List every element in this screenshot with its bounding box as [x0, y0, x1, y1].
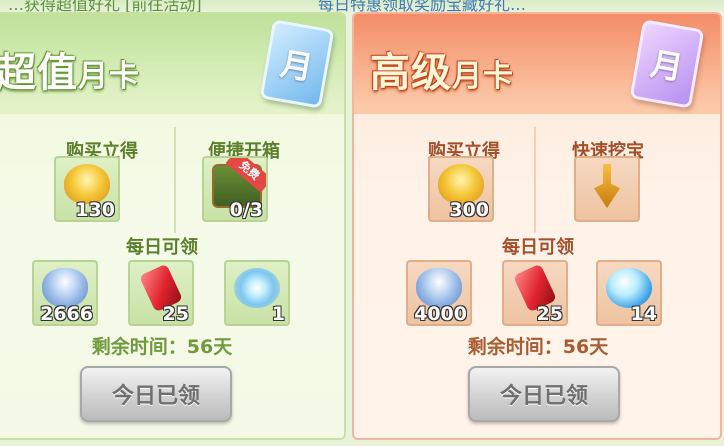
gold-ingot-icon — [438, 164, 484, 204]
silver-ingot-icon — [416, 268, 462, 308]
gold-ingot-icon — [64, 164, 110, 204]
card-header: 超值月卡 月 — [0, 14, 344, 114]
card-title: 高级月卡 — [370, 49, 514, 96]
silver-ingot-icon — [42, 268, 88, 308]
crystal-orb-icon — [234, 268, 280, 308]
notice-right: 每日特惠领取奖励宝藏好礼… — [318, 0, 527, 12]
month-card-icon: 月 — [259, 19, 335, 109]
basic-month-card: 超值月卡 月 购买立得 便捷开箱 130 免费 0/3 每日可领 2666 25… — [0, 12, 346, 440]
daily-header: 每日可领 — [126, 237, 198, 258]
premium-month-card: 高级月卡 月 购买立得 快速挖宝 300 每日可领 4000 25 14 剩余时… — [352, 12, 722, 440]
month-card-icon: 月 — [629, 19, 705, 109]
buy-reward-slot[interactable]: 130 — [54, 156, 120, 222]
daily-reward-slot[interactable]: 14 — [596, 260, 662, 326]
remaining-time: 剩余时间：56天 — [467, 336, 609, 358]
daily-reward-slot[interactable]: 25 — [128, 260, 194, 326]
daily-header: 每日可领 — [502, 237, 574, 258]
card-title: 超值月卡 — [0, 49, 140, 96]
notice-left[interactable]: …获得超值好礼 [前往活动] — [8, 0, 202, 12]
remaining-time: 剩余时间：56天 — [91, 336, 233, 358]
quick-open-slot[interactable]: 免费 0/3 — [202, 156, 268, 222]
claimed-today-button[interactable]: 今日已领 — [468, 366, 620, 422]
daily-reward-slot[interactable]: 25 — [502, 260, 568, 326]
daily-reward-slot[interactable]: 1 — [224, 260, 290, 326]
daily-reward-slot[interactable]: 2666 — [32, 260, 98, 326]
shovel-icon — [594, 164, 620, 208]
top-notice-strip: …获得超值好礼 [前往活动] 每日特惠领取奖励宝藏好礼… — [0, 0, 724, 12]
divider — [174, 127, 176, 233]
claimed-today-button[interactable]: 今日已领 — [80, 366, 232, 422]
divider — [534, 127, 536, 233]
card-header: 高级月卡 月 — [354, 14, 720, 114]
blue-orb-icon — [606, 268, 652, 308]
daily-reward-slot[interactable]: 4000 — [406, 260, 472, 326]
quick-dig-slot[interactable] — [574, 156, 640, 222]
buy-reward-slot[interactable]: 300 — [428, 156, 494, 222]
